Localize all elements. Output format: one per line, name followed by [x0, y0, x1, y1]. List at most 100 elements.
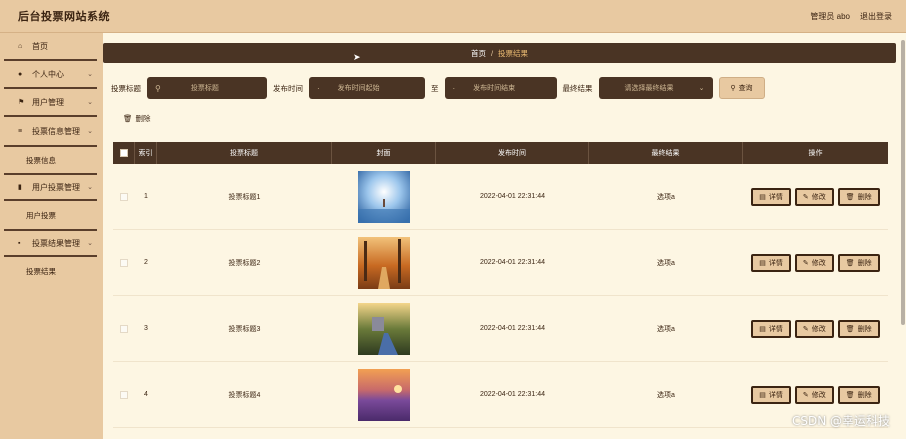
- row-result: 选项a: [657, 391, 675, 399]
- trash-icon: 🗑: [845, 325, 855, 333]
- sidebar-item-user-management[interactable]: ⚑ 用户管理 ⌄: [4, 89, 97, 117]
- delete-button[interactable]: 🗑 删除: [837, 253, 880, 272]
- edit-icon: ✎: [802, 259, 809, 267]
- batch-delete-button[interactable]: 🗑 删除: [123, 113, 151, 124]
- edit-icon: ✎: [802, 325, 809, 333]
- delete-button[interactable]: 🗑 删除: [837, 187, 880, 206]
- row-ops: ▤ 详情 ✎ 修改 🗑 删除: [743, 296, 888, 361]
- breadcrumb-current: 投票结果: [498, 48, 529, 58]
- edit-label: 修改: [811, 325, 826, 333]
- edit-button[interactable]: ✎ 修改: [794, 253, 834, 272]
- row-cover-cell: [332, 362, 436, 427]
- table-row: 1 投票标题1 2022-04-01 22:31:44 选项a ▤ 详情 ✎ 修改 …: [113, 164, 888, 230]
- cover-image[interactable]: [358, 236, 410, 289]
- row-title: 投票标题2: [228, 259, 261, 267]
- search-icon: ⚲: [155, 83, 161, 93]
- edit-button[interactable]: ✎ 修改: [794, 319, 834, 338]
- calendar-icon: ·: [452, 83, 456, 93]
- chevron-down-icon: ⌄: [87, 71, 93, 78]
- results-table: 索引 投票标题 封面 发布时间 最终结果 操作 1 投票标题1 2022-04-…: [113, 142, 888, 428]
- detail-icon: ▤: [759, 391, 766, 399]
- sidebar-item-personal-center[interactable]: ● 个人中心 ⌄: [4, 61, 97, 89]
- table-header: 索引 投票标题 封面 发布时间 最终结果 操作: [113, 142, 888, 164]
- row-index: 4: [144, 391, 148, 398]
- time-start-input[interactable]: · 发布时间起始: [309, 77, 425, 99]
- title-search-input[interactable]: ⚲ 投票标题: [147, 77, 267, 99]
- detail-button[interactable]: ▤ 详情: [751, 319, 791, 338]
- row-cover-cell: [332, 296, 436, 361]
- row-title: 投票标题4: [228, 391, 261, 399]
- sidebar-item-label: 个人中心: [32, 69, 64, 79]
- cover-image[interactable]: [358, 170, 410, 223]
- chevron-down-icon: ⌄: [87, 184, 93, 191]
- result-select[interactable]: 请选择最终结果 ⌄: [598, 77, 713, 99]
- breadcrumb-home[interactable]: 首页: [471, 48, 486, 59]
- row-cover-cell: [332, 230, 436, 295]
- edit-label: 修改: [811, 193, 826, 201]
- detail-button[interactable]: ▤ 详情: [751, 385, 791, 404]
- top-header: 后台投票网站系统 管理员 abo 退出登录: [0, 0, 906, 33]
- trash-icon: 🗑: [123, 114, 133, 123]
- user-icon: ●: [18, 70, 23, 78]
- detail-icon: ▤: [759, 325, 766, 333]
- detail-button[interactable]: ▤ 详情: [751, 253, 791, 272]
- edit-button[interactable]: ✎ 修改: [794, 385, 834, 404]
- breadcrumb-separator: /: [490, 48, 494, 58]
- sidebar-item-label: 投票结果管理: [32, 238, 80, 248]
- row-check-cell: [113, 164, 135, 229]
- delete-button[interactable]: 🗑 删除: [837, 385, 880, 404]
- sidebar-subitem-user-vote[interactable]: 用户投票: [4, 201, 97, 229]
- cover-image[interactable]: [358, 368, 410, 421]
- row-index: 3: [144, 325, 148, 332]
- result-select-placeholder: 请选择最终结果: [624, 85, 674, 92]
- row-checkbox[interactable]: [120, 192, 128, 201]
- trash-icon: 🗑: [845, 391, 855, 399]
- sidebar-subitem-vote-info[interactable]: 投票信息: [4, 145, 97, 173]
- query-button-label: 查询: [738, 85, 753, 92]
- trash-icon: 🗑: [845, 193, 855, 201]
- edit-label: 修改: [811, 259, 826, 267]
- time-end-input[interactable]: · 发布时间结束: [444, 77, 557, 99]
- header-actions: 管理员 abo 退出登录: [810, 11, 892, 22]
- row-checkbox[interactable]: [120, 324, 128, 333]
- table-row: 4 投票标题4 2022-04-01 22:31:44 选项a ▤ 详情 ✎ 修改 …: [113, 362, 888, 428]
- logout-link[interactable]: 退出登录: [860, 11, 892, 22]
- delete-label: 删除: [857, 193, 872, 201]
- detail-label: 详情: [768, 193, 783, 201]
- row-checkbox[interactable]: [120, 390, 128, 399]
- sidebar-subitem-vote-result[interactable]: 投票结果: [4, 257, 97, 285]
- chevron-down-icon: ⌄: [87, 128, 93, 135]
- home-icon: ⌂: [18, 42, 23, 50]
- search-icon: ⚲: [730, 85, 736, 92]
- header-title: 投票标题: [157, 142, 332, 164]
- row-time: 2022-04-01 22:31:44: [480, 391, 545, 398]
- sidebar-item-home[interactable]: ⌂ 首页: [4, 33, 97, 61]
- vertical-scrollbar[interactable]: [901, 40, 905, 325]
- header-cover: 封面: [332, 142, 436, 164]
- header-result: 最终结果: [589, 142, 743, 164]
- delete-button[interactable]: 🗑 删除: [837, 319, 880, 338]
- row-result: 选项a: [657, 259, 675, 267]
- list-icon: ≡: [18, 127, 23, 135]
- cover-image[interactable]: [358, 302, 410, 355]
- detail-icon: ▤: [759, 259, 766, 267]
- row-title: 投票标题3: [228, 325, 261, 333]
- header-ops: 操作: [808, 150, 823, 157]
- query-button[interactable]: ⚲ 查询: [718, 77, 765, 99]
- select-all-checkbox[interactable]: [119, 149, 128, 157]
- edit-button[interactable]: ✎ 修改: [794, 187, 834, 206]
- sidebar-item-vote-result-management[interactable]: ▪ 投票结果管理 ⌄: [4, 229, 97, 257]
- title-search-placeholder: 投票标题: [190, 85, 219, 92]
- admin-user-label[interactable]: 管理员 abo: [810, 11, 850, 22]
- sidebar-item-vote-info-management[interactable]: ≡ 投票信息管理 ⌄: [4, 117, 97, 145]
- trash-icon: 🗑: [845, 259, 855, 267]
- chevron-down-icon: ⌄: [698, 85, 705, 92]
- row-checkbox[interactable]: [120, 258, 128, 267]
- detail-label: 详情: [768, 325, 783, 333]
- row-ops: ▤ 详情 ✎ 修改 🗑 删除: [743, 164, 888, 229]
- row-result: 选项a: [657, 193, 675, 201]
- edit-icon: ✎: [802, 193, 809, 201]
- sidebar-item-label: 用户管理: [32, 97, 64, 107]
- detail-button[interactable]: ▤ 详情: [751, 187, 791, 206]
- sidebar-item-user-vote-management[interactable]: ▮ 用户投票管理 ⌄: [4, 173, 97, 201]
